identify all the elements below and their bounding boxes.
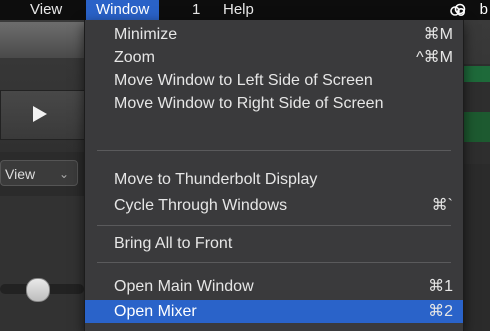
menu-item-label: Minimize xyxy=(114,26,178,43)
creative-cloud-icon[interactable] xyxy=(450,3,466,17)
menu-view[interactable]: View xyxy=(30,0,62,20)
window-menu: Minimize ⌘M Zoom ^⌘M Move Window to Left… xyxy=(84,20,464,331)
menu-item-label: Move to Thunderbolt Display xyxy=(114,171,318,188)
play-icon xyxy=(33,106,47,122)
menu-item-shortcut: ^⌘M xyxy=(416,49,453,66)
menu-item-label: Zoom xyxy=(114,49,155,66)
menu-item-bring-all-front[interactable]: Bring All to Front xyxy=(85,232,463,255)
menu-item-open-main-window[interactable]: Open Main Window ⌘1 xyxy=(85,275,463,298)
menu-item-label: Move Window to Right Side of Screen xyxy=(114,95,384,112)
menubar-partial-text[interactable]: b xyxy=(480,1,488,18)
menu-item-move-thunderbolt[interactable]: Move to Thunderbolt Display xyxy=(85,168,463,191)
chevron-down-icon: ⌄ xyxy=(58,167,69,181)
menu-separator xyxy=(97,150,451,151)
menu-item-shortcut: ⌘` xyxy=(431,197,453,214)
menu-item-label: Bring All to Front xyxy=(114,235,233,252)
menu-item-shortcut: ⌘2 xyxy=(428,303,453,320)
view-dropdown[interactable]: View ⌄ xyxy=(0,160,78,186)
view-dropdown-label: View xyxy=(5,166,36,182)
menu-item-move-right[interactable]: Move Window to Right Side of Screen xyxy=(85,92,463,115)
menu-item-label: Move Window to Left Side of Screen xyxy=(114,72,373,89)
play-button[interactable] xyxy=(0,90,86,140)
menu-separator xyxy=(97,262,451,263)
menu-window[interactable]: Window xyxy=(86,0,160,20)
menu-bar: View Window 1 Help b xyxy=(0,0,490,20)
menu-item-label: Cycle Through Windows xyxy=(114,197,288,214)
toolbar-strip xyxy=(0,22,90,58)
menu-item-open-mixer[interactable]: Open Mixer ⌘2 xyxy=(85,300,463,323)
menu-item-zoom[interactable]: Zoom ^⌘M xyxy=(85,46,463,69)
menu-item-shortcut: ⌘M xyxy=(423,26,453,43)
menu-item-cycle-windows[interactable]: Cycle Through Windows ⌘` xyxy=(85,194,463,217)
menu-item-minimize[interactable]: Minimize ⌘M xyxy=(85,23,463,46)
menu-item-label: Open Main Window xyxy=(114,278,254,295)
menu-item-move-left[interactable]: Move Window to Left Side of Screen xyxy=(85,69,463,92)
menu-separator xyxy=(97,225,451,226)
menu-item-label: Open Mixer xyxy=(114,303,197,320)
inspector-panel xyxy=(0,196,90,331)
menu-1[interactable]: 1 xyxy=(192,0,200,20)
menu-item-shortcut: ⌘1 xyxy=(428,278,453,295)
volume-slider-thumb[interactable] xyxy=(26,278,50,302)
menu-help[interactable]: Help xyxy=(223,0,254,20)
